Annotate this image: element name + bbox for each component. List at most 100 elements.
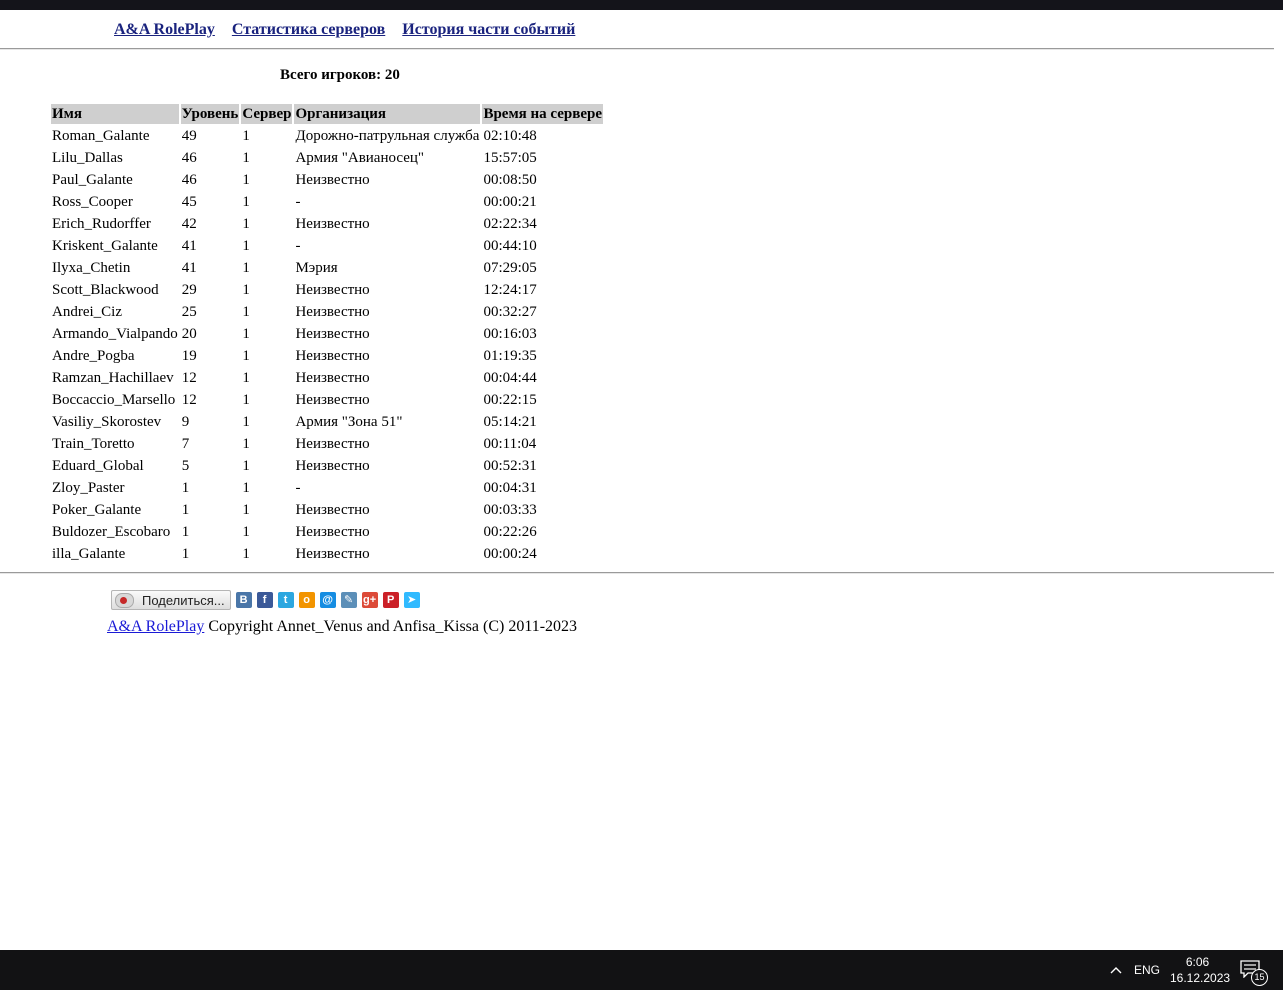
- vk-icon[interactable]: B: [235, 592, 252, 608]
- player-time: 00:04:44: [483, 370, 537, 386]
- player-server: 1: [242, 326, 250, 342]
- player-name: Andrei_Ciz: [52, 304, 122, 320]
- player-server: 1: [242, 414, 250, 430]
- player-name: Train_Toretto: [52, 436, 135, 452]
- player-name: Zloy_Paster: [52, 480, 125, 496]
- window-top-strip: [0, 0, 1283, 10]
- player-level: 29: [181, 282, 197, 298]
- table-row: Erich_Rudorffer 42 1 Неизвестно 02:22:34: [51, 214, 603, 234]
- player-server: 1: [242, 502, 250, 518]
- player-organization: Неизвестно: [295, 282, 370, 298]
- player-server: 1: [242, 238, 250, 254]
- mailru-icon[interactable]: @: [319, 592, 336, 608]
- player-server: 1: [242, 348, 250, 364]
- player-time: 00:03:33: [483, 502, 537, 518]
- footer-home-link[interactable]: A&A RolePlay: [107, 618, 204, 635]
- share-button[interactable]: Поделиться...: [111, 590, 231, 610]
- player-time: 12:24:17: [483, 282, 537, 298]
- share-button-label: Поделиться...: [142, 592, 225, 608]
- player-organization: Неизвестно: [295, 326, 370, 342]
- player-name: Ross_Cooper: [52, 194, 133, 210]
- player-server: 1: [242, 216, 250, 232]
- chevron-up-icon[interactable]: [1108, 962, 1124, 978]
- player-time: 00:32:27: [483, 304, 537, 320]
- player-time: 15:57:05: [483, 150, 537, 166]
- player-server: 1: [242, 546, 250, 562]
- divider-bottom: [0, 572, 1274, 574]
- clock[interactable]: 6:06 16.12.2023: [1170, 954, 1231, 986]
- player-level: 25: [181, 304, 197, 320]
- player-name: Paul_Galante: [52, 172, 133, 188]
- player-organization: Неизвестно: [295, 348, 370, 364]
- player-name: Eduard_Global: [52, 458, 144, 474]
- player-time: 00:04:31: [483, 480, 537, 496]
- share-icon: [115, 592, 134, 608]
- table-row: Scott_Blackwood 29 1 Неизвестно 12:24:17: [51, 280, 603, 300]
- player-server: 1: [242, 172, 250, 188]
- player-name: Buldozer_Escobaro: [52, 524, 171, 540]
- player-time: 00:44:10: [483, 238, 537, 254]
- nav-link-event-history[interactable]: История части событий: [402, 21, 575, 38]
- table-row: Kriskent_Galante 41 1 - 00:44:10: [51, 236, 603, 256]
- player-name: Ilyxa_Chetin: [52, 260, 131, 276]
- player-level: 41: [181, 238, 197, 254]
- player-time: 02:22:34: [483, 216, 537, 232]
- player-level: 19: [181, 348, 197, 364]
- player-name: Vasiliy_Skorostev: [52, 414, 162, 430]
- table-row: Boccaccio_Marsello 12 1 Неизвестно 00:22:15: [51, 390, 603, 410]
- input-language[interactable]: ENG: [1134, 963, 1160, 977]
- player-server: 1: [242, 260, 250, 276]
- player-server: 1: [242, 128, 250, 144]
- table-row: Andre_Pogba 19 1 Неизвестно 01:19:35: [51, 346, 603, 366]
- player-level: 46: [181, 150, 197, 166]
- footer-copyright: Copyright Annet_Venus and Anfisa_Kissa (…: [204, 618, 578, 635]
- player-time: 00:08:50: [483, 172, 537, 188]
- googleplus-icon[interactable]: g+: [361, 592, 378, 608]
- share-networks: Bf t о @ ✎ g+ P ➤: [235, 592, 420, 608]
- clock-time: 6:06: [1185, 955, 1210, 969]
- player-organization: -: [295, 480, 301, 496]
- player-time: 00:00:21: [483, 194, 537, 210]
- notification-center[interactable]: 15: [1240, 960, 1268, 986]
- player-organization: Мэрия: [295, 260, 338, 276]
- total-players: Всего игроков: 20: [280, 67, 400, 83]
- player-organization: Армия "Авианосец": [295, 150, 425, 166]
- player-name: Andre_Pogba: [52, 348, 135, 364]
- player-server: 1: [242, 150, 250, 166]
- player-organization: Дорожно-патрульная служба: [295, 128, 480, 144]
- player-time: 01:19:35: [483, 348, 537, 364]
- odnoklassniki-icon[interactable]: о: [298, 592, 315, 608]
- player-server: 1: [242, 480, 250, 496]
- table-row: Ramzan_Hachillaev 12 1 Неизвестно 00:04:44: [51, 368, 603, 388]
- player-organization: Неизвестно: [295, 546, 370, 562]
- player-name: illa_Galante: [52, 546, 126, 562]
- player-time: 00:00:24: [483, 546, 537, 562]
- player-server: 1: [242, 392, 250, 408]
- table-header-row: Имя Уровень Сервер Организация Время на …: [51, 104, 604, 124]
- player-name: Boccaccio_Marsello: [52, 392, 176, 408]
- twitter-icon[interactable]: t: [277, 592, 294, 608]
- nav-link-server-stats[interactable]: Статистика серверов: [232, 21, 385, 38]
- nav-link-home[interactable]: A&A RolePlay: [114, 21, 215, 38]
- player-organization: Неизвестно: [295, 216, 370, 232]
- table-row: Eduard_Global 5 1 Неизвестно 00:52:31: [51, 456, 603, 476]
- player-server: 1: [242, 282, 250, 298]
- footer: A&A RolePlay Copyright Annet_Venus and A…: [107, 618, 577, 636]
- table-row: illa_Galante 1 1 Неизвестно 00:00:24: [51, 544, 603, 564]
- player-server: 1: [242, 304, 250, 320]
- player-time: 02:10:48: [483, 128, 537, 144]
- player-organization: Неизвестно: [295, 172, 370, 188]
- player-level: 1: [181, 480, 190, 496]
- divider-top: [0, 48, 1274, 50]
- facebook-icon[interactable]: f: [256, 592, 273, 608]
- pinterest-icon[interactable]: P: [382, 592, 399, 608]
- table-row: Andrei_Ciz 25 1 Неизвестно 00:32:27: [51, 302, 603, 322]
- table-row: Paul_Galante 46 1 Неизвестно 00:08:50: [51, 170, 603, 190]
- table-row: Train_Toretto 7 1 Неизвестно 00:11:04: [51, 434, 603, 454]
- surfingbird-icon[interactable]: ➤: [403, 592, 420, 608]
- livejournal-icon[interactable]: ✎: [340, 592, 357, 608]
- player-organization: Неизвестно: [295, 392, 370, 408]
- clock-date: 16.12.2023: [1170, 971, 1231, 985]
- column-header-organization: Организация: [294, 104, 481, 124]
- player-level: 1: [181, 502, 190, 518]
